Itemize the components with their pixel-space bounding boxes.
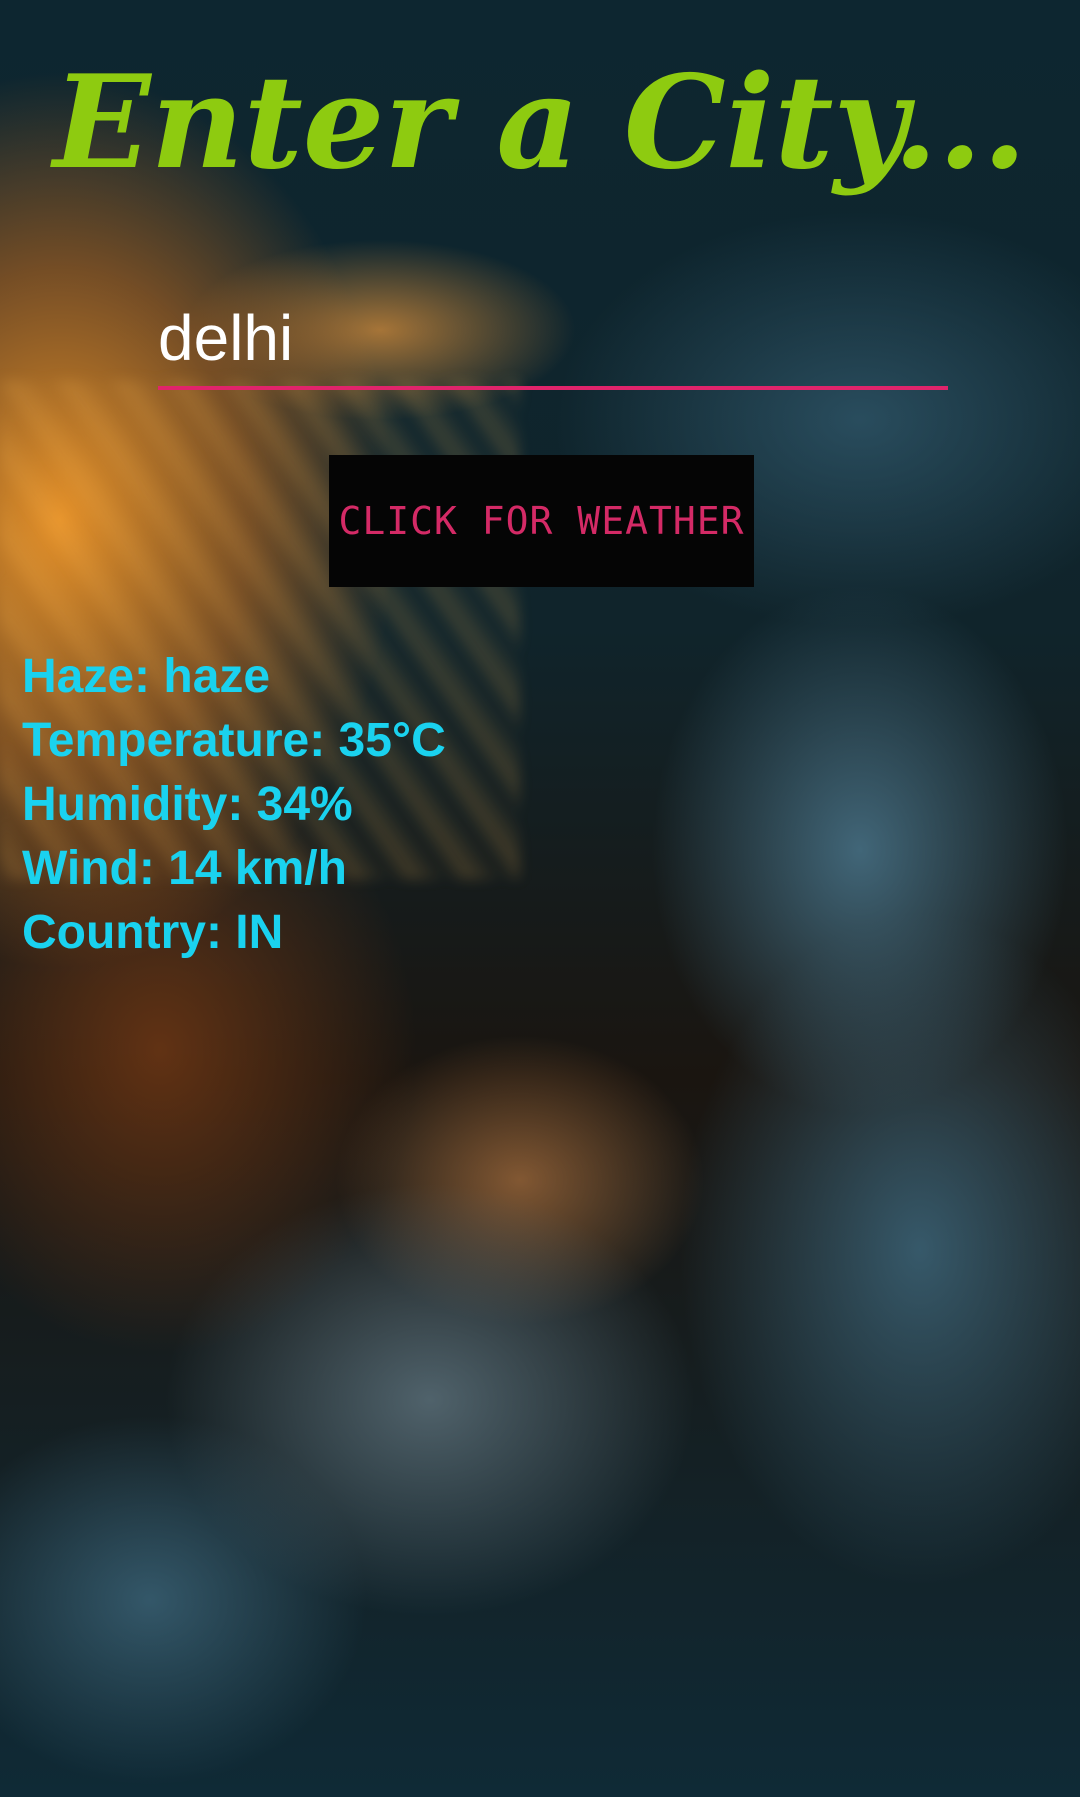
city-input[interactable] (158, 290, 948, 390)
weather-humidity: Humidity: 34% (22, 778, 353, 831)
weather-results: Haze: haze Temperature: 35°C Humidity: 3… (22, 645, 446, 965)
weather-country: Country: IN (22, 906, 284, 959)
weather-temperature: Temperature: 35°C (22, 714, 446, 767)
weather-condition: Haze: haze (22, 650, 271, 703)
page-title: Enter a City... (53, 48, 1027, 198)
weather-wind: Wind: 14 km/h (22, 842, 347, 895)
get-weather-button[interactable]: CLICK FOR WEATHER (329, 455, 754, 587)
